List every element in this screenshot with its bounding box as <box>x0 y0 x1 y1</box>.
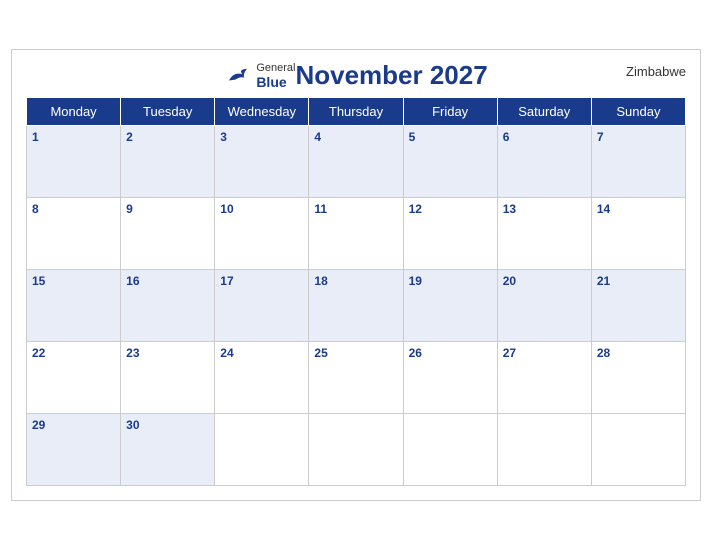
calendar-day-cell: 21 <box>591 270 685 342</box>
logo-area: General Blue <box>224 62 295 90</box>
calendar-day-cell: 17 <box>215 270 309 342</box>
calendar-container: General Blue November 2027 Zimbabwe Mond… <box>11 49 701 501</box>
logo-general-text: General <box>256 62 295 74</box>
calendar-day-cell <box>497 414 591 486</box>
country-label: Zimbabwe <box>626 64 686 79</box>
header-wednesday: Wednesday <box>215 98 309 126</box>
calendar-day-cell: 18 <box>309 270 403 342</box>
calendar-day-cell <box>591 414 685 486</box>
calendar-day-cell: 25 <box>309 342 403 414</box>
calendar-day-cell: 4 <box>309 126 403 198</box>
calendar-day-cell: 24 <box>215 342 309 414</box>
calendar-day-cell: 13 <box>497 198 591 270</box>
calendar-week-row: 15161718192021 <box>27 270 686 342</box>
calendar-day-cell: 14 <box>591 198 685 270</box>
calendar-day-cell: 23 <box>121 342 215 414</box>
weekday-header-row: Monday Tuesday Wednesday Thursday Friday… <box>27 98 686 126</box>
calendar-week-row: 1234567 <box>27 126 686 198</box>
calendar-title: November 2027 <box>295 60 487 91</box>
header-sunday: Sunday <box>591 98 685 126</box>
calendar-day-cell: 5 <box>403 126 497 198</box>
calendar-day-cell: 27 <box>497 342 591 414</box>
calendar-day-cell <box>215 414 309 486</box>
calendar-day-cell: 3 <box>215 126 309 198</box>
calendar-day-cell: 9 <box>121 198 215 270</box>
calendar-day-cell: 20 <box>497 270 591 342</box>
calendar-day-cell: 30 <box>121 414 215 486</box>
header-thursday: Thursday <box>309 98 403 126</box>
calendar-day-cell <box>403 414 497 486</box>
calendar-day-cell: 16 <box>121 270 215 342</box>
calendar-day-cell: 28 <box>591 342 685 414</box>
calendar-day-cell: 26 <box>403 342 497 414</box>
logo-bird-icon <box>224 67 252 85</box>
calendar-day-cell: 11 <box>309 198 403 270</box>
calendar-day-cell: 29 <box>27 414 121 486</box>
header-saturday: Saturday <box>497 98 591 126</box>
header-friday: Friday <box>403 98 497 126</box>
header-monday: Monday <box>27 98 121 126</box>
calendar-table: Monday Tuesday Wednesday Thursday Friday… <box>26 97 686 486</box>
calendar-day-cell: 6 <box>497 126 591 198</box>
calendar-week-row: 2930 <box>27 414 686 486</box>
logo-text: General Blue <box>256 62 295 90</box>
header-tuesday: Tuesday <box>121 98 215 126</box>
calendar-header: General Blue November 2027 Zimbabwe <box>26 60 686 91</box>
calendar-day-cell: 22 <box>27 342 121 414</box>
calendar-week-row: 891011121314 <box>27 198 686 270</box>
calendar-day-cell <box>309 414 403 486</box>
calendar-day-cell: 12 <box>403 198 497 270</box>
calendar-day-cell: 8 <box>27 198 121 270</box>
calendar-day-cell: 10 <box>215 198 309 270</box>
calendar-day-cell: 19 <box>403 270 497 342</box>
logo-blue-text: Blue <box>256 74 286 90</box>
calendar-day-cell: 15 <box>27 270 121 342</box>
calendar-day-cell: 7 <box>591 126 685 198</box>
calendar-week-row: 22232425262728 <box>27 342 686 414</box>
calendar-day-cell: 1 <box>27 126 121 198</box>
calendar-day-cell: 2 <box>121 126 215 198</box>
